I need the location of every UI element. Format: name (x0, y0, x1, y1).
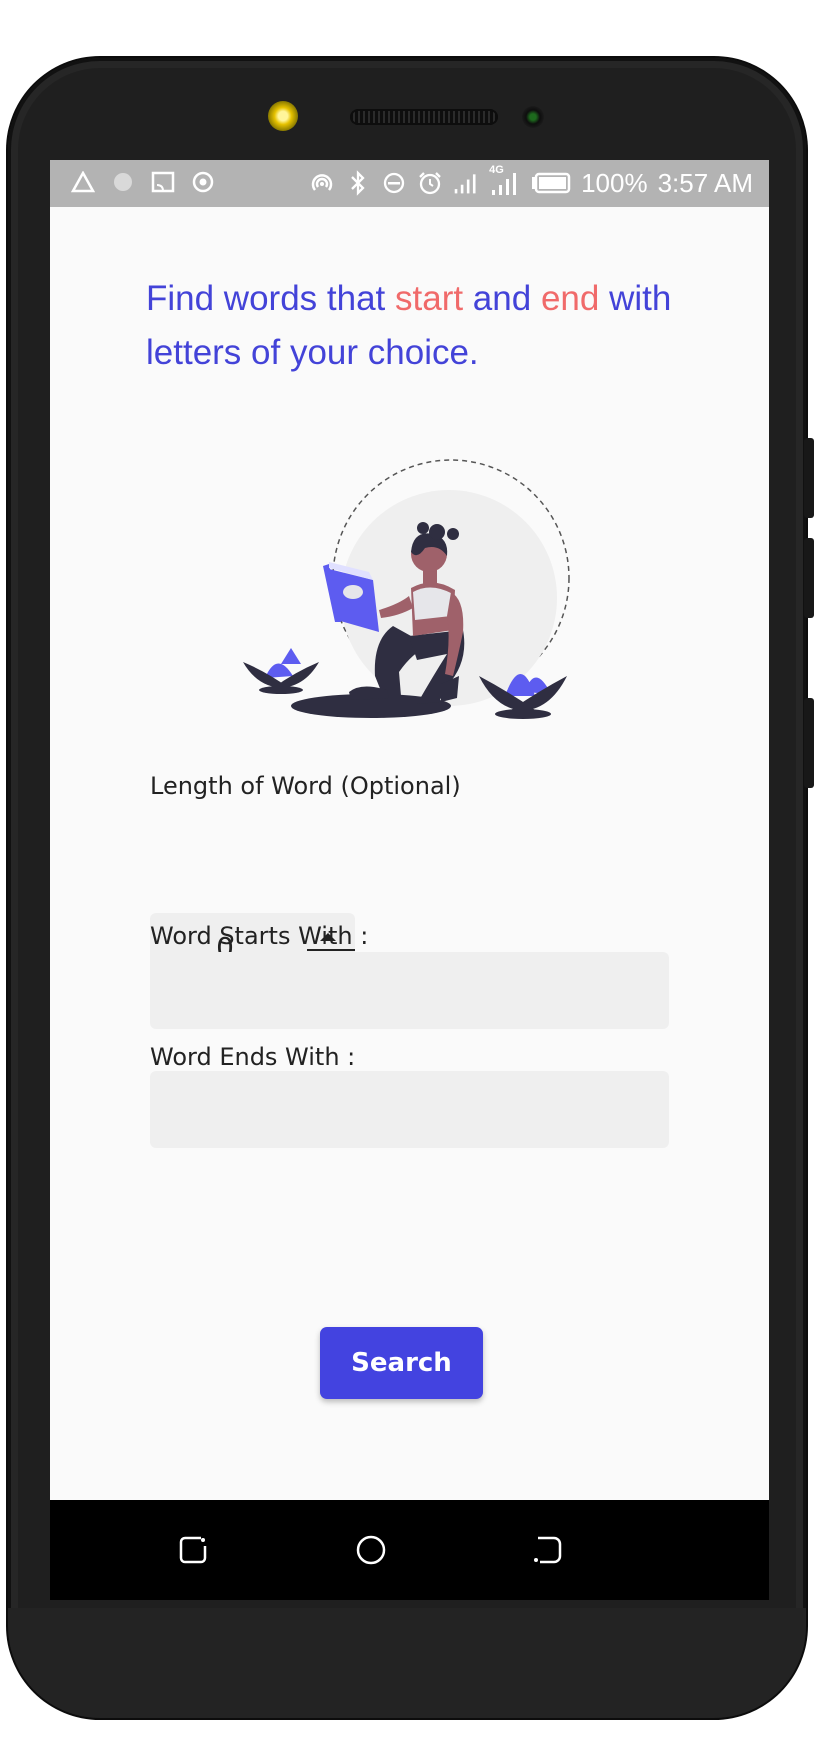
target-icon (190, 169, 216, 195)
volume-up-button (804, 438, 814, 518)
app-screen: 4G 100% 3:57 AM Find words that start an… (50, 160, 769, 1600)
ends-with-input[interactable] (150, 1071, 669, 1148)
bluetooth-icon (345, 170, 371, 196)
starts-with-input[interactable] (150, 952, 669, 1029)
battery-icon (531, 170, 571, 196)
back-icon[interactable] (530, 1532, 566, 1568)
cast-icon (150, 169, 176, 195)
front-camera (268, 101, 298, 131)
network-type-label: 4G (489, 164, 504, 176)
length-label: Length of Word (Optional) (150, 772, 461, 800)
clock: 3:57 AM (657, 168, 753, 198)
navigation-bar (50, 1500, 769, 1600)
reading-woman-illustration (243, 459, 570, 719)
signal-4g-icon: 4G (489, 164, 521, 196)
ends-with-label: Word Ends With : (150, 1043, 356, 1071)
drive-icon (70, 169, 96, 195)
title-end-word: end (540, 279, 600, 318)
signal-icon (453, 170, 479, 196)
title-part-1: Find words that (146, 279, 395, 318)
proximity-sensor (522, 106, 544, 128)
status-bar: 4G 100% 3:57 AM (50, 160, 769, 207)
home-icon[interactable] (353, 1532, 389, 1568)
recents-icon[interactable] (175, 1532, 211, 1568)
phone-chin (8, 1608, 806, 1718)
battery-percent: 100% (581, 168, 648, 198)
title-part-2: and (463, 279, 541, 318)
earpiece-speaker (350, 109, 498, 125)
alarm-icon (417, 170, 443, 196)
dnd-icon (381, 170, 407, 196)
search-button[interactable]: Search (320, 1327, 483, 1399)
circle-notification-icon (110, 169, 136, 195)
title-start-word: start (395, 279, 464, 318)
power-button (804, 698, 814, 788)
starts-with-label: Word Starts With : (150, 922, 369, 950)
page-title: Find words that start and end with lette… (146, 272, 706, 380)
plant-left (243, 648, 319, 694)
volume-down-button (804, 538, 814, 618)
hotspot-icon (309, 170, 335, 196)
